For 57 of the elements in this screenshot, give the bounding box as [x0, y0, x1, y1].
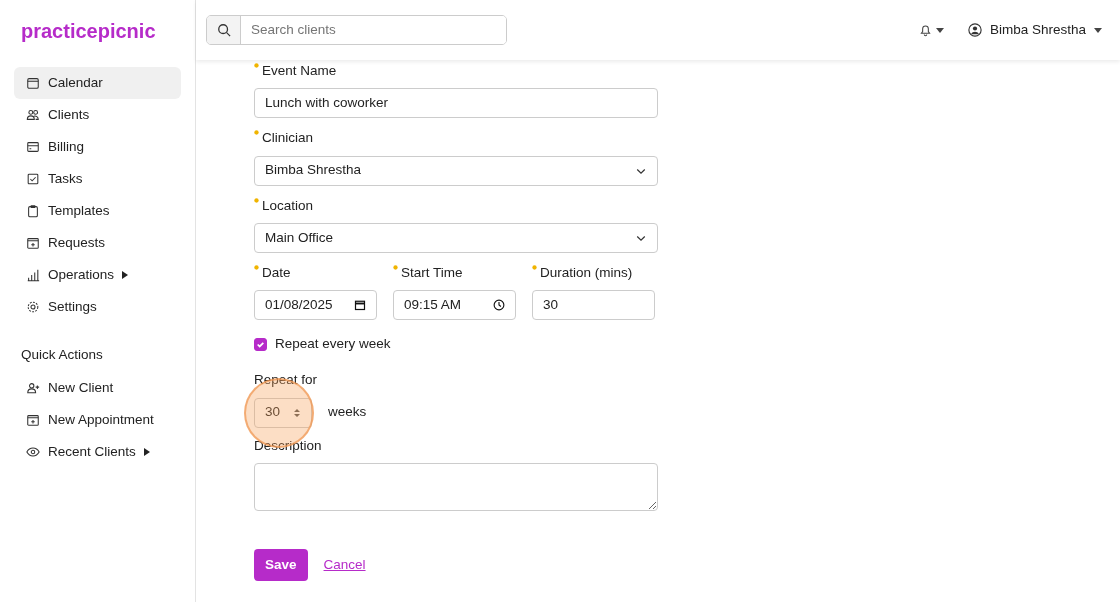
select-field[interactable]: Bimba Shrestha — [254, 155, 658, 186]
field-label: Location — [254, 195, 658, 216]
calendar-icon — [26, 76, 40, 90]
user-menu[interactable]: Bimba Shrestha — [967, 19, 1102, 41]
sidebar-item[interactable]: Clients — [14, 99, 181, 131]
checkbox-icon — [26, 172, 40, 186]
card-icon — [26, 140, 40, 154]
sidebar-item[interactable]: New Client — [14, 372, 181, 405]
search-field[interactable]: Search clients — [206, 15, 507, 45]
sidebar-item[interactable]: Calendar — [14, 67, 181, 99]
select-field[interactable]: Main Office — [254, 222, 658, 253]
spinner-icon — [293, 406, 301, 419]
time-field[interactable]: 09:15 AM — [393, 290, 516, 320]
caret-icon — [935, 27, 944, 33]
caret-icon — [1094, 27, 1102, 33]
unit-label: weeks — [328, 403, 367, 422]
save-button[interactable]: Save — [254, 548, 308, 581]
search-icon — [216, 23, 231, 37]
sidebar-item[interactable]: Billing — [14, 131, 181, 163]
field-label: Duration (mins) — [532, 262, 655, 283]
field-label: Repeat for — [254, 371, 319, 390]
bar-chart-icon — [26, 268, 40, 282]
calendar-icon — [354, 299, 366, 311]
text-field[interactable]: Lunch with coworker — [254, 88, 658, 119]
person-plus-icon — [26, 381, 40, 396]
date-field[interactable]: 01/08/2025 — [254, 290, 377, 320]
field-label: Start Time — [393, 262, 516, 283]
people-icon — [26, 108, 40, 122]
check-icon — [256, 339, 265, 349]
eye-icon — [26, 445, 40, 460]
sidebar-item[interactable]: Templates — [14, 195, 181, 227]
field-label: Description — [254, 436, 323, 455]
description-field[interactable] — [254, 462, 658, 511]
field-label: Clinician — [254, 128, 658, 149]
number-field[interactable]: 30 — [532, 290, 655, 320]
sidebar-item[interactable]: New Appointment — [14, 404, 181, 437]
sidebar-item[interactable]: Settings — [14, 291, 181, 323]
checkbox[interactable] — [254, 337, 267, 351]
calendar-plus-icon — [26, 413, 40, 428]
notifications-button[interactable] — [918, 23, 944, 37]
sidebar-item[interactable]: Recent Clients — [14, 436, 181, 469]
cancel-link[interactable]: Cancel — [323, 554, 366, 575]
clock-icon — [493, 299, 505, 311]
checkbox-label: Repeat every week — [275, 335, 391, 353]
clipboard-icon — [26, 204, 40, 218]
section-heading: Quick Actions — [20, 346, 104, 364]
sidebar-item[interactable]: Operations — [14, 259, 181, 291]
sidebar-item[interactable]: Tasks — [14, 163, 181, 195]
field-label: Date — [254, 262, 377, 283]
user-icon — [967, 23, 982, 37]
bell-icon — [918, 23, 932, 37]
calendar-plus-icon — [26, 236, 40, 250]
settings-icon — [26, 300, 40, 314]
field-label: Event Name — [254, 61, 658, 82]
number-field[interactable]: 30 — [254, 397, 312, 428]
brand-logo: practicepicnic — [20, 19, 157, 44]
sidebar-item[interactable]: Requests — [14, 227, 181, 259]
